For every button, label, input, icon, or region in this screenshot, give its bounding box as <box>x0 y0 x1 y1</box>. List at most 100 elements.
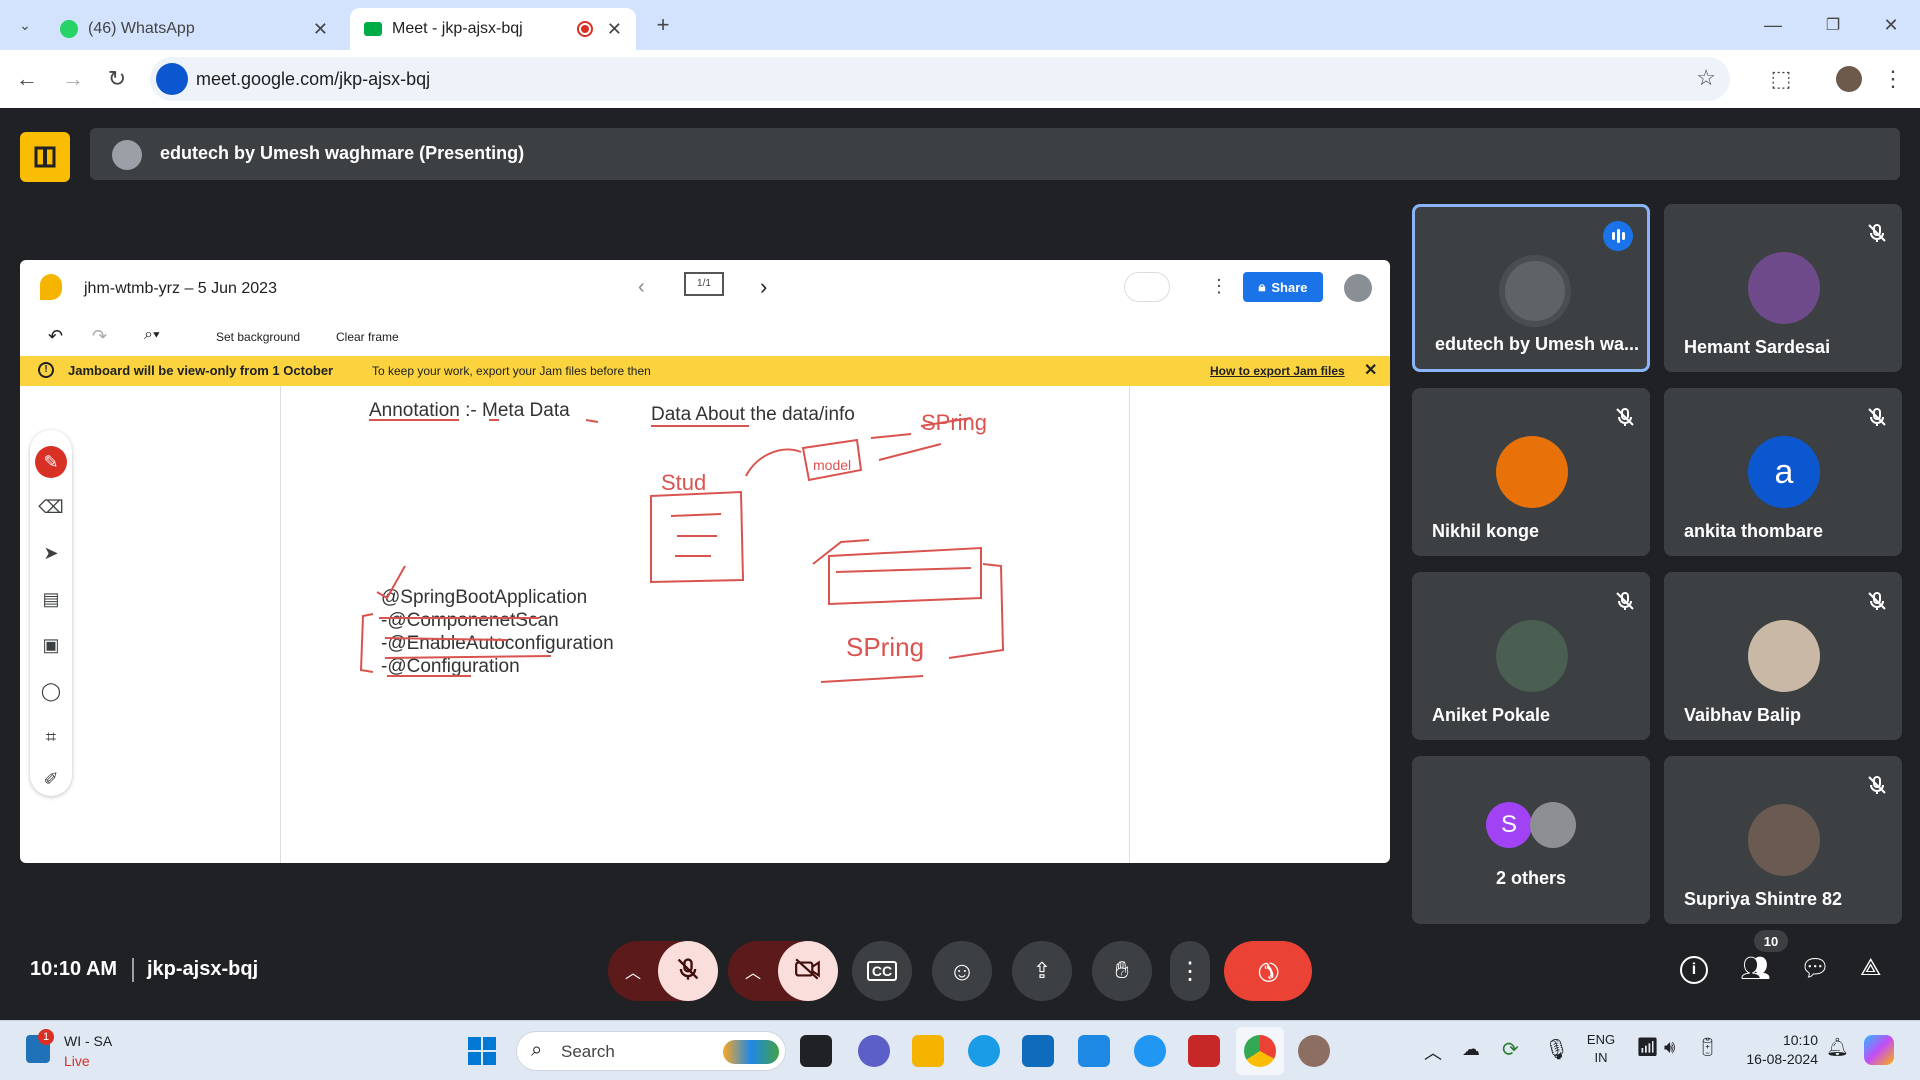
prev-frame-icon[interactable]: ‹ <box>638 276 645 299</box>
eraser-tool-icon[interactable]: ⌫ <box>36 492 66 522</box>
set-background-button[interactable]: Set background <box>216 330 300 344</box>
tab-whatsapp[interactable]: (46) WhatsApp ✕ <box>46 8 342 50</box>
notification-bell-icon[interactable]: 🔔︎ <box>1826 1037 1849 1058</box>
info-icon: i <box>1691 961 1697 978</box>
presenting-banner: edutech by Umesh waghmare (Presenting) <box>90 128 1900 180</box>
frame-indicator[interactable]: 1/1 <box>684 272 724 296</box>
meet-in-jam-icon[interactable] <box>1124 272 1170 302</box>
cricket-widget[interactable]: 1 WI - SA Live <box>22 1029 162 1073</box>
chrome-menu-icon[interactable]: ⋮ <box>1880 66 1906 92</box>
people-button[interactable]: 👥︎ <box>1740 954 1774 984</box>
new-tab-icon[interactable]: + <box>650 12 676 38</box>
participant-tile[interactable]: Aniket Pokale <box>1412 572 1650 740</box>
video-options-chevron-icon[interactable]: ︿ <box>728 959 778 983</box>
app-icon[interactable] <box>1298 1035 1330 1067</box>
banner-close-icon[interactable]: ✕ <box>1364 360 1377 380</box>
raise-hand-button[interactable]: ✋︎ <box>1092 941 1152 1001</box>
bookmark-star-icon[interactable]: ☆ <box>1696 65 1716 91</box>
activities-button[interactable]: ⟁ <box>1860 954 1881 982</box>
redo-icon[interactable]: ↷ <box>92 326 107 347</box>
chrome-taskbar-button[interactable] <box>1236 1027 1284 1075</box>
chat-button[interactable]: 💬︎ <box>1800 954 1830 983</box>
participant-name: Supriya Shintre 82 <box>1684 889 1843 909</box>
jam-canvas[interactable]: Annotation :- Meta Data Data About the d… <box>280 386 1130 863</box>
reload-icon[interactable]: ↻ <box>104 66 130 92</box>
meet-icon <box>364 22 382 36</box>
sticky-note-tool-icon[interactable]: ▤ <box>36 584 66 614</box>
edge-icon[interactable] <box>968 1035 1000 1067</box>
zoom-icon[interactable]: ⌕▾ <box>144 326 160 344</box>
restore-icon[interactable]: ❐ <box>1820 12 1846 38</box>
next-frame-icon[interactable]: › <box>760 274 767 300</box>
more-options-button[interactable]: ⋮ <box>1170 941 1210 1001</box>
audio-options-chevron-icon[interactable]: ︿ <box>608 959 658 983</box>
captions-button[interactable]: CC <box>852 941 912 1001</box>
skype-icon[interactable] <box>1134 1035 1166 1067</box>
omnibox[interactable]: meet.google.com/jkp-ajsx-bqj ☆ <box>150 57 1730 101</box>
sync-icon[interactable]: ⟳ <box>1502 1037 1519 1062</box>
participant-tile-others[interactable]: S 2 others <box>1412 756 1650 924</box>
taskbar-search[interactable]: ⌕ Search <box>516 1031 786 1071</box>
jam-user-avatar[interactable] <box>1344 274 1372 302</box>
participant-tile[interactable]: Vaibhav Balip <box>1664 572 1902 740</box>
undo-icon[interactable]: ↶ <box>48 326 63 347</box>
url-text[interactable]: meet.google.com/jkp-ajsx-bqj <box>196 69 430 90</box>
onedrive-icon[interactable]: ☁ <box>1462 1039 1480 1060</box>
mic-toggle-button[interactable] <box>658 941 718 1001</box>
image-tool-icon[interactable]: ▣ <box>36 630 66 660</box>
mcafee-icon[interactable] <box>1188 1035 1220 1067</box>
back-icon[interactable]: ← <box>14 66 40 92</box>
file-explorer-icon[interactable] <box>912 1035 944 1067</box>
reactions-button[interactable]: ☺ <box>932 941 992 1001</box>
laser-tool-icon[interactable]: ✐ <box>36 764 66 794</box>
show-hidden-icons[interactable]: ︿ <box>1424 1039 1442 1065</box>
forward-icon[interactable]: → <box>60 66 86 92</box>
teams-chat-icon[interactable] <box>858 1035 890 1067</box>
shape-tool-icon[interactable]: ◯ <box>36 676 66 706</box>
language-indicator[interactable]: ENG IN <box>1580 1031 1622 1067</box>
activities-icon: ⟁ <box>1860 954 1882 981</box>
mic-off-icon <box>1866 774 1888 796</box>
jam-more-icon[interactable]: ⋮ <box>1210 276 1228 297</box>
text-box-tool-icon[interactable]: ⌗ <box>36 722 66 752</box>
mic-off-icon <box>1866 590 1888 612</box>
tab-meet[interactable]: Meet - jkp-ajsx-bqj ✕ <box>350 8 636 50</box>
start-menu-icon[interactable] <box>466 1035 498 1067</box>
window-close-icon[interactable]: ✕ <box>1878 12 1904 38</box>
store-icon[interactable] <box>1022 1035 1054 1067</box>
tab-search-icon[interactable]: ⌄ <box>12 12 38 38</box>
wifi-icon[interactable]: 📶︎ <box>1636 1037 1659 1058</box>
task-view-icon[interactable] <box>800 1035 832 1067</box>
region-code: IN <box>1594 1050 1608 1065</box>
extensions-icon[interactable]: ⬚ <box>1768 66 1794 92</box>
tab-title: (46) WhatsApp <box>88 20 195 37</box>
pen-tool-icon[interactable]: ✎ <box>35 446 67 478</box>
profile-avatar[interactable] <box>1836 66 1862 92</box>
select-tool-icon[interactable]: ➤ <box>36 538 66 568</box>
participant-tile[interactable]: Hemant Sardesai <box>1664 204 1902 372</box>
microphone-icon[interactable]: 🎙︎ <box>1544 1037 1569 1062</box>
participant-tile[interactable]: a ankita thombare <box>1664 388 1902 556</box>
meet-activities-icon[interactable] <box>20 132 70 182</box>
volume-icon[interactable]: 🔊︎ <box>1664 1037 1675 1058</box>
view-only-banner: ! Jamboard will be view-only from 1 Octo… <box>20 356 1390 386</box>
close-icon[interactable]: ✕ <box>313 19 328 40</box>
banner-link[interactable]: How to export Jam files <box>1210 364 1345 378</box>
mylp-app-icon[interactable] <box>1078 1035 1110 1067</box>
meeting-details-button[interactable]: i <box>1680 956 1708 984</box>
participant-tile[interactable]: edutech by Umesh wa... <box>1412 204 1650 372</box>
participant-tile[interactable]: Supriya Shintre 82 <box>1664 756 1902 924</box>
info-divider <box>132 958 134 982</box>
emoji-icon: ☺ <box>948 955 976 986</box>
minimize-icon[interactable]: — <box>1760 12 1786 38</box>
clear-frame-button[interactable]: Clear frame <box>336 330 399 344</box>
present-screen-button[interactable]: ⇪ <box>1012 941 1072 1001</box>
close-icon[interactable]: ✕ <box>607 19 622 40</box>
battery-icon[interactable]: 🔋︎ <box>1696 1037 1719 1058</box>
participant-tile[interactable]: Nikhil konge <box>1412 388 1650 556</box>
clock[interactable]: 10:10 16-08-2024 <box>1732 1031 1818 1069</box>
leave-call-button[interactable]: ✆ <box>1224 941 1312 1001</box>
share-button[interactable]: 🔒︎ Share <box>1243 272 1323 302</box>
camera-toggle-button[interactable] <box>778 941 838 1001</box>
copilot-icon[interactable] <box>1864 1035 1894 1065</box>
